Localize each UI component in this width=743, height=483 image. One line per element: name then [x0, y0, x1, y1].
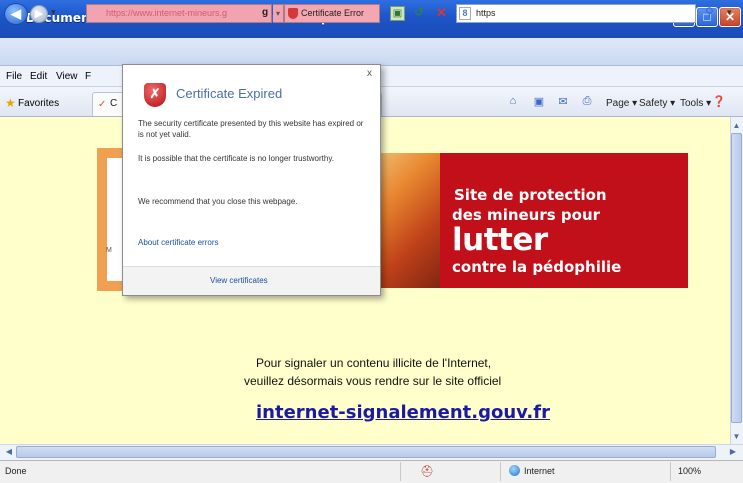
notice-line-1: Pour signaler un contenu illicite de l'I…	[256, 356, 492, 370]
print-icon[interactable]: ⎙	[580, 95, 594, 109]
banner-left-text: M	[106, 247, 112, 254]
recent-pages-chevron-icon[interactable]: ▾	[51, 7, 56, 18]
forward-button[interactable]: ▶	[30, 5, 48, 23]
tab-label[interactable]: C	[110, 98, 117, 109]
scroll-left-icon[interactable]: ◀	[3, 446, 15, 458]
refresh-icon[interactable]: ↺	[414, 5, 424, 19]
page-menu[interactable]: Page ▾	[606, 98, 637, 109]
favorites-star-icon[interactable]: ★	[5, 96, 16, 110]
safety-menu[interactable]: Safety ▾	[639, 98, 675, 109]
search-icon[interactable]: ⚲	[705, 5, 723, 22]
popup-message-3: We recommend that you close this webpage…	[138, 197, 298, 206]
feeds-icon[interactable]: ▣	[532, 95, 546, 109]
menu-favorites[interactable]: F	[85, 71, 91, 82]
internet-zone-icon	[509, 465, 520, 476]
banner-line-1: Site de protection	[454, 186, 607, 204]
tools-menu[interactable]: Tools ▾	[680, 98, 711, 109]
menu-view[interactable]: View	[56, 71, 78, 82]
popup-message-1: The security certificate presented by th…	[138, 119, 364, 139]
home-icon[interactable]: ⌂	[506, 95, 520, 109]
tab-page-icon: ✓	[98, 99, 107, 110]
read-mail-icon[interactable]: ✉	[556, 95, 570, 109]
stop-icon[interactable]: ✕	[436, 5, 447, 21]
banner-line-3: lutter	[452, 222, 548, 258]
status-divider	[500, 462, 501, 481]
scroll-down-icon[interactable]: ▼	[731, 430, 742, 443]
security-zone[interactable]: Internet	[524, 466, 555, 476]
notice-line-2: veuillez désormais vous rendre sur le si…	[244, 374, 502, 388]
view-certificates-button[interactable]: View certificates	[210, 276, 268, 285]
favorites-button[interactable]: Favorites	[18, 98, 59, 109]
search-provider-icon: 8	[459, 7, 471, 20]
banner-line-4: contre la pédophilie	[452, 258, 622, 276]
vertical-scroll-thumb[interactable]	[731, 133, 742, 423]
back-button[interactable]: ◀	[4, 3, 28, 25]
horizontal-scroll-thumb[interactable]	[16, 446, 716, 458]
status-divider	[400, 462, 401, 481]
about-certificate-errors-link[interactable]: About certificate errors	[138, 238, 218, 247]
scroll-up-icon[interactable]: ▲	[731, 119, 742, 132]
status-divider	[670, 462, 671, 481]
scroll-right-icon[interactable]: ▶	[727, 446, 739, 458]
certificate-shield-icon: ✗	[144, 83, 166, 107]
official-site-link[interactable]: internet-signalement.gouv.fr	[256, 402, 550, 423]
certificate-error-button[interactable]: Certificate Error	[284, 4, 380, 23]
shield-error-icon	[288, 8, 298, 19]
address-url[interactable]: https://www.internet-mineurs.g	[106, 8, 266, 18]
popup-close-icon[interactable]: x	[367, 68, 372, 79]
popup-title: Certificate Expired	[176, 86, 283, 101]
search-options-chevron-icon[interactable]: ▾	[727, 7, 732, 18]
address-dropdown-chevron-icon[interactable]: ▾	[273, 4, 284, 23]
search-value[interactable]: https	[476, 8, 496, 18]
zoom-level[interactable]: 100%	[678, 466, 701, 476]
compatibility-view-icon[interactable]: ▣	[390, 6, 405, 21]
menu-edit[interactable]: Edit	[30, 71, 47, 82]
popup-message-2: It is possible that the certificate is n…	[138, 154, 334, 163]
status-bar	[0, 460, 743, 483]
protected-mode-icon[interactable]: ⛑	[420, 465, 434, 478]
menu-file[interactable]: File	[6, 71, 22, 82]
address-toolbar	[0, 38, 743, 66]
address-url-suffix: g	[262, 7, 269, 18]
status-text: Done	[5, 466, 27, 476]
help-icon[interactable]: ❓	[712, 95, 726, 109]
